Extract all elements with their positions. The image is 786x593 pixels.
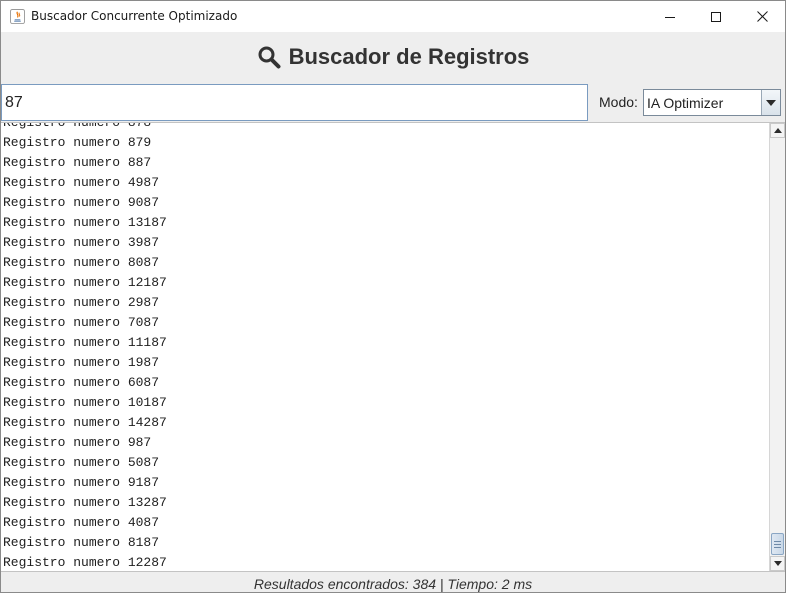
dropdown-arrow-button[interactable] — [761, 90, 780, 115]
maximize-button[interactable] — [693, 1, 739, 32]
chevron-down-icon — [766, 99, 776, 106]
close-icon — [756, 11, 768, 22]
list-item[interactable]: Registro numero 1987 — [3, 353, 767, 373]
list-item[interactable]: Registro numero 7087 — [3, 313, 767, 333]
list-item[interactable]: Registro numero 887 — [3, 153, 767, 173]
list-item[interactable]: Registro numero 6087 — [3, 373, 767, 393]
search-input[interactable] — [1, 84, 588, 121]
maximize-icon — [711, 11, 721, 22]
minimize-button[interactable] — [647, 1, 693, 32]
list-item[interactable]: Registro numero 8187 — [3, 533, 767, 553]
results-panel[interactable]: Registro numero 878 Registro numero 879 Re… — [1, 122, 785, 572]
mode-selected-value: IA Optimizer — [647, 95, 724, 111]
list-item[interactable]: Registro numero 11187 — [3, 333, 767, 353]
page-title: Buscador de Registros — [288, 44, 530, 69]
list-item[interactable]: Registro numero 2987 — [3, 293, 767, 313]
list-item[interactable]: Registro numero 12287 — [3, 553, 767, 571]
list-item[interactable]: Registro numero 5087 — [3, 453, 767, 473]
list-item[interactable]: Registro numero 9187 — [3, 473, 767, 493]
list-item[interactable]: Registro numero 10187 — [3, 393, 767, 413]
chevron-down-icon — [773, 561, 782, 566]
window-title: Buscador Concurrente Optimizado — [31, 9, 238, 23]
list-item[interactable]: Registro numero 8087 — [3, 253, 767, 273]
list-item[interactable]: Registro numero 4987 — [3, 173, 767, 193]
results-list: Registro numero 878 Registro numero 879 Re… — [3, 123, 767, 571]
mode-dropdown[interactable]: IA Optimizer — [643, 89, 781, 116]
status-bar: Resultados encontrados: 384 | Tiempo: 2 … — [1, 573, 785, 592]
java-app-icon — [10, 9, 25, 24]
list-item[interactable]: Registro numero 3987 — [3, 233, 767, 253]
minimize-icon — [665, 16, 675, 18]
scroll-down-button[interactable] — [770, 556, 785, 571]
mode-label: Modo: — [599, 94, 638, 110]
status-text: Resultados encontrados: 384 | Tiempo: 2 … — [253, 576, 533, 592]
list-item[interactable]: Registro numero 13287 — [3, 493, 767, 513]
scroll-thumb[interactable] — [771, 533, 784, 555]
vertical-scrollbar[interactable] — [769, 123, 785, 571]
header: Buscador de Registros — [1, 32, 785, 82]
chevron-up-icon — [773, 128, 782, 133]
close-button[interactable] — [739, 1, 785, 32]
list-item[interactable]: Registro numero 878 — [3, 123, 767, 133]
list-item[interactable]: Registro numero 13187 — [3, 213, 767, 233]
search-icon — [258, 46, 281, 68]
list-item[interactable]: Registro numero 879 — [3, 133, 767, 153]
app-window: Buscador Concurrente Optimizado Buscador… — [0, 0, 786, 593]
scroll-up-button[interactable] — [770, 123, 785, 138]
list-item[interactable]: Registro numero 4087 — [3, 513, 767, 533]
list-item[interactable]: Registro numero 14287 — [3, 413, 767, 433]
list-item[interactable]: Registro numero 12187 — [3, 273, 767, 293]
list-item[interactable]: Registro numero 987 — [3, 433, 767, 453]
title-bar[interactable]: Buscador Concurrente Optimizado — [1, 1, 785, 32]
list-item[interactable]: Registro numero 9087 — [3, 193, 767, 213]
